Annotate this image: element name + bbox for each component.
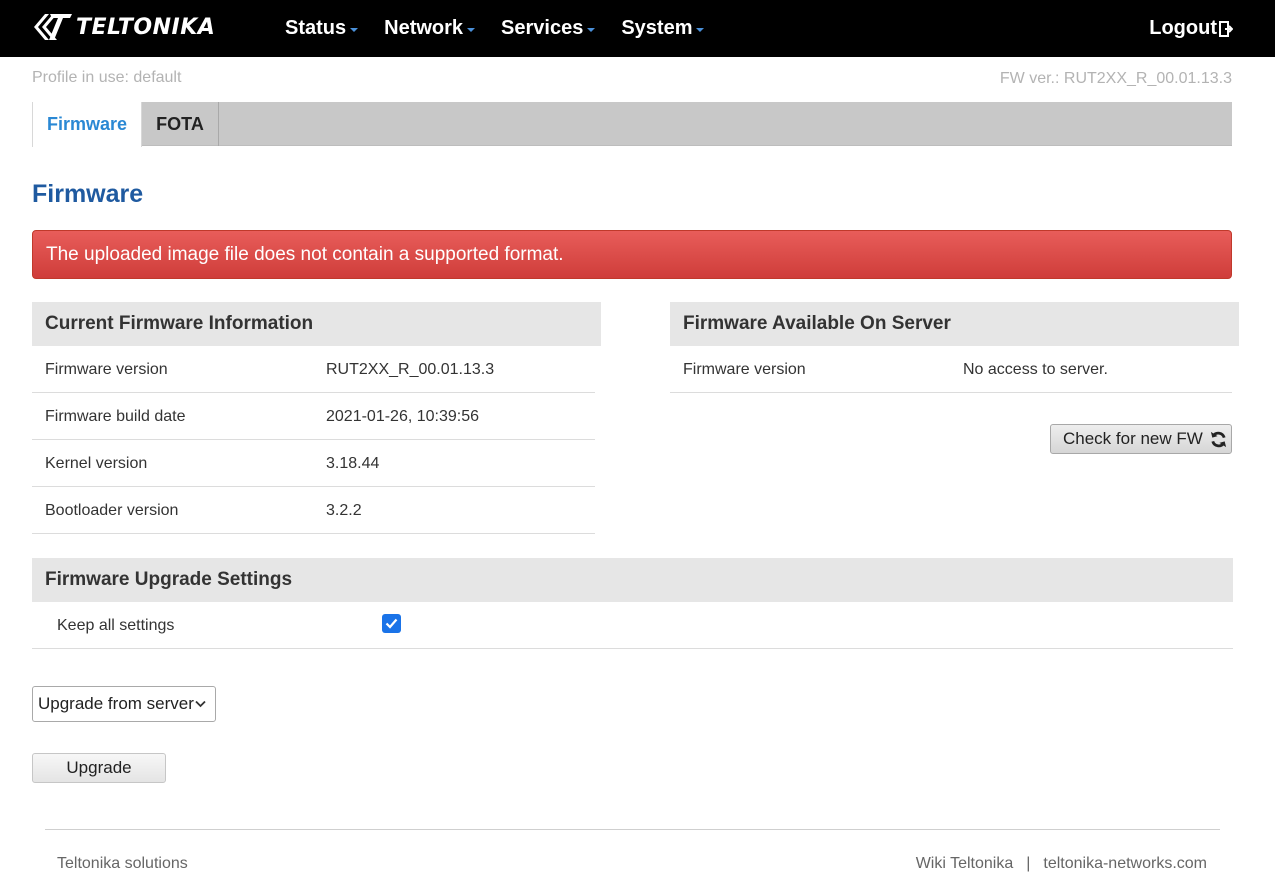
logout-label: Logout: [1149, 17, 1217, 39]
tab-bar: Firmware FOTA: [32, 102, 1232, 147]
row-value: 3.2.2: [326, 502, 362, 519]
server-firmware-header: Firmware Available On Server: [670, 302, 1239, 346]
tab-fota[interactable]: FOTA: [142, 102, 219, 146]
profile-label: Profile in use:: [32, 69, 129, 86]
nav-services[interactable]: Services: [501, 17, 596, 40]
profile-value: default: [133, 69, 182, 86]
row-value: 2021-01-26, 10:39:56: [326, 408, 480, 425]
error-alert: The uploaded image file does not contain…: [32, 230, 1232, 279]
logo-text: TELTONIKA: [76, 14, 216, 40]
check-new-fw-label: Check for new FW: [1063, 429, 1203, 448]
nav-system-label: System: [621, 17, 693, 39]
profile-info: Profile in use: default: [32, 69, 181, 87]
caret-down-icon: [350, 28, 359, 32]
check-new-fw-button[interactable]: Check for new FW: [1050, 424, 1232, 454]
logout-icon: [1219, 20, 1233, 37]
fw-version-label: FW ver.:: [999, 70, 1060, 87]
row-key: Bootloader version: [45, 502, 179, 519]
row-value: 3.18.44: [326, 455, 380, 472]
nav-system[interactable]: System: [621, 17, 705, 40]
row-key: Firmware version: [683, 361, 806, 378]
chevron-down-icon: [195, 700, 206, 708]
row-key: Kernel version: [45, 455, 148, 472]
nav-status[interactable]: Status: [285, 17, 359, 40]
table-row: Firmware version RUT2XX_R_00.01.13.3: [32, 346, 595, 393]
footer-separator: |: [1026, 855, 1031, 872]
current-firmware-header: Current Firmware Information: [32, 302, 601, 346]
row-key: Firmware version: [45, 361, 168, 378]
main-menu: Status Network Services System: [285, 0, 730, 57]
nav-services-label: Services: [501, 17, 584, 39]
fw-version-value: RUT2XX_R_00.01.13.3: [1063, 70, 1232, 87]
footer-link-website[interactable]: teltonika-networks.com: [1043, 855, 1207, 872]
table-row: Firmware version No access to server.: [670, 346, 1232, 393]
table-row: Firmware build date 2021-01-26, 10:39:56: [32, 393, 595, 440]
nav-network-label: Network: [384, 17, 464, 39]
row-key: Firmware build date: [45, 408, 186, 425]
upgrade-source-select[interactable]: Upgrade from server: [32, 686, 216, 722]
page-title: Firmware: [32, 180, 144, 208]
table-row: Bootloader version 3.2.2: [32, 487, 595, 534]
footer-solutions: Teltonika solutions: [57, 855, 188, 872]
caret-down-icon: [467, 28, 476, 32]
top-navigation-bar: TELTONIKA Status Network Services System…: [0, 0, 1275, 57]
row-value: No access to server.: [963, 361, 1108, 378]
upgrade-source-selected: Upgrade from server: [38, 694, 194, 713]
row-value: RUT2XX_R_00.01.13.3: [326, 361, 495, 378]
upgrade-settings-header: Firmware Upgrade Settings: [32, 558, 1233, 602]
checkmark-icon: [385, 618, 398, 629]
logout-link[interactable]: Logout: [1149, 0, 1233, 57]
keep-settings-label: Keep all settings: [57, 617, 175, 634]
footer-links: Wiki Teltonika | teltonika-networks.com: [916, 855, 1207, 872]
upgrade-button[interactable]: Upgrade: [32, 753, 166, 783]
tab-firmware[interactable]: Firmware: [32, 102, 142, 147]
firmware-version-info: FW ver.: RUT2XX_R_00.01.13.3: [1000, 70, 1232, 88]
caret-down-icon: [696, 28, 705, 32]
nav-status-label: Status: [285, 17, 347, 39]
nav-network[interactable]: Network: [384, 17, 476, 40]
caret-down-icon: [587, 28, 596, 32]
keep-settings-checkbox[interactable]: [382, 614, 401, 633]
teltonika-logo[interactable]: TELTONIKA: [32, 9, 215, 45]
teltonika-logo-icon: [34, 14, 72, 40]
footer-link-wiki[interactable]: Wiki Teltonika: [916, 855, 1014, 872]
keep-settings-row: Keep all settings: [32, 602, 1233, 649]
refresh-icon: [1210, 431, 1226, 447]
table-row: Kernel version 3.18.44: [32, 440, 595, 487]
footer-divider: [45, 829, 1220, 830]
